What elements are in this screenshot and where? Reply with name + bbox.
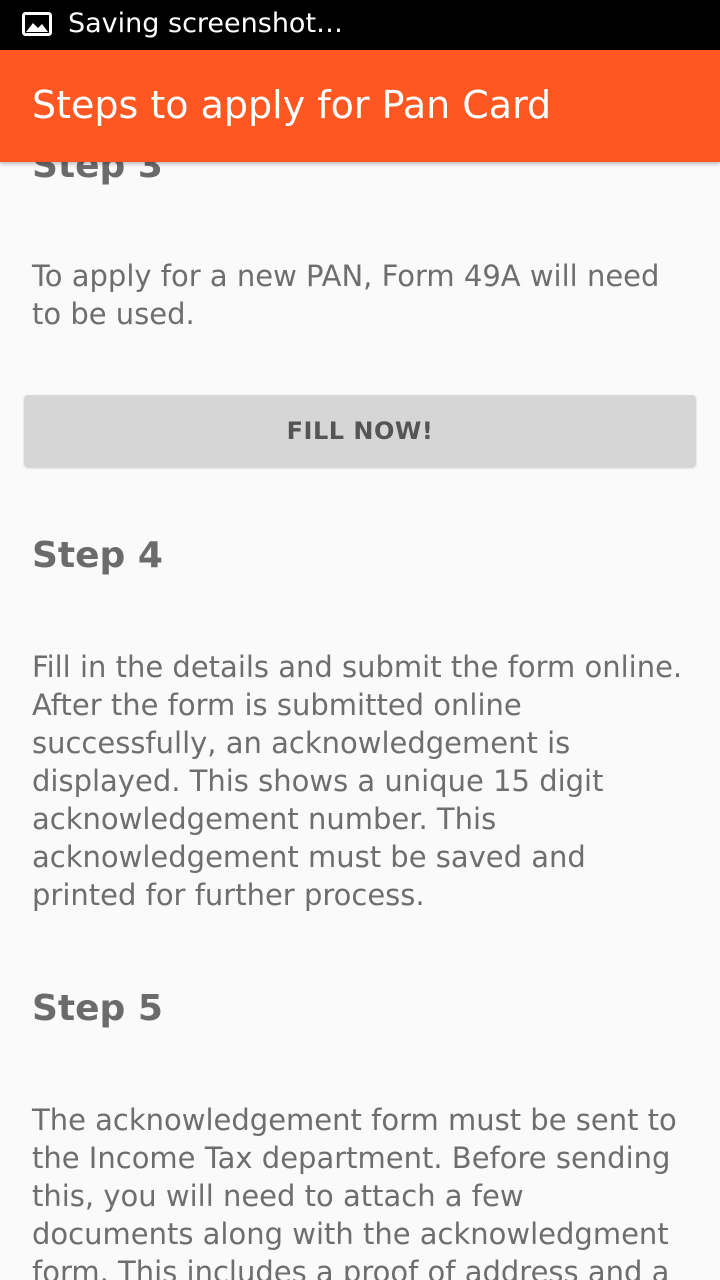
app-bar: Steps to apply for Pan Card	[0, 50, 720, 162]
step-4-text: Fill in the details and submit the form …	[32, 650, 683, 912]
image-icon	[22, 12, 52, 36]
page-title: Steps to apply for Pan Card	[32, 83, 552, 127]
status-notification-text: Saving screenshot…	[68, 8, 344, 39]
step-4-heading: Step 4	[32, 535, 163, 576]
step-5-heading: Step 5	[32, 988, 163, 1029]
status-bar: Saving screenshot…	[0, 0, 720, 50]
step-3-heading: Step 3	[32, 162, 163, 186]
step-5-text: The acknowledgement form must be sent to…	[32, 1103, 677, 1280]
step-3-text: To apply for a new PAN, Form 49A will ne…	[32, 259, 660, 331]
scroll-content[interactable]: Step 3 To apply for a new PAN, Form 49A …	[0, 162, 720, 1280]
fill-now-button[interactable]: FILL NOW!	[24, 395, 696, 467]
